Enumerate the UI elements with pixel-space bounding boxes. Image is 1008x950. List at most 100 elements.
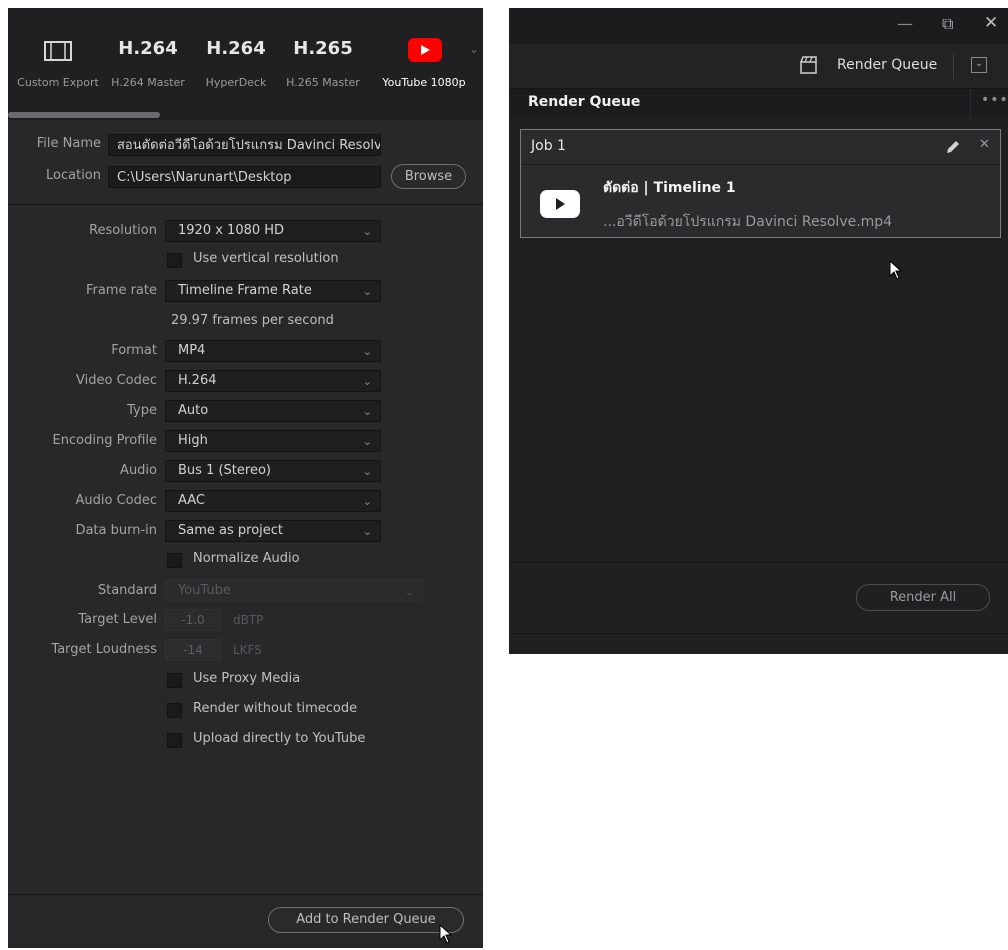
target-level-input[interactable]: -1.0 <box>165 609 221 631</box>
target-loudness-unit: LKFS <box>233 643 262 657</box>
checkbox[interactable] <box>167 553 182 568</box>
mouse-cursor-icon <box>439 924 453 944</box>
remove-job-icon[interactable]: ✕ <box>979 137 990 152</box>
render-all-button[interactable]: Render All <box>856 584 990 611</box>
chevron-down-icon: ⌄ <box>362 495 372 508</box>
target-level-label: Target Level <box>78 612 157 627</box>
close-button[interactable]: ✕ <box>984 13 998 33</box>
checkbox[interactable] <box>167 733 182 748</box>
chevron-down-icon: ⌄ <box>404 585 414 598</box>
preset-hyperdeck[interactable]: H.264 HyperDeck <box>196 8 276 108</box>
render-queue-panel: — ⧉ ✕ Render Queue ⌄ Render Queue ••• Jo… <box>509 8 1008 654</box>
location-input[interactable]: C:\Users\Narunart\Desktop <box>108 166 381 188</box>
job-title: Job 1 <box>531 138 566 154</box>
type-label: Type <box>127 403 157 418</box>
file-name-input[interactable]: สอนตัดต่อวีดีโอด้วยโปรแกรม Davinci Resol… <box>108 134 381 156</box>
divider <box>8 204 483 205</box>
panel-header: Render Queue ••• <box>509 88 1008 117</box>
audio-codec-label: Audio Codec <box>75 493 157 508</box>
target-loudness-label: Target Loudness <box>51 642 157 657</box>
frame-rate-label: Frame rate <box>85 283 157 298</box>
pencil-icon[interactable] <box>945 139 961 155</box>
audio-codec-select[interactable]: AAC ⌄ <box>165 490 381 512</box>
chevron-down-icon: ⌄ <box>362 405 372 418</box>
chevron-down-icon: ⌄ <box>362 375 372 388</box>
render-settings-panel: Custom Export H.264 H.264 Master H.264 H… <box>8 8 483 948</box>
resolution-value: 1920 x 1080 HD <box>178 223 285 238</box>
film-icon <box>44 41 72 61</box>
divider <box>953 53 954 79</box>
format-select[interactable]: MP4 ⌄ <box>165 340 381 362</box>
preset-label: HyperDeck <box>205 76 267 89</box>
target-level-unit: dBTP <box>233 613 264 627</box>
format-label: Format <box>111 343 157 358</box>
preset-youtube-1080p[interactable]: YouTube 1080p <box>378 8 470 108</box>
use-proxy-label: Use Proxy Media <box>193 671 301 686</box>
preset-label: YouTube 1080p <box>382 76 466 89</box>
standard-label: Standard <box>97 583 157 598</box>
resolution-select[interactable]: 1920 x 1080 HD ⌄ <box>165 220 381 242</box>
minimize-button[interactable]: — <box>897 14 913 33</box>
divider <box>970 89 971 117</box>
video-codec-label: Video Codec <box>76 373 157 388</box>
toolbar: Render Queue ⌄ <box>509 44 1008 88</box>
encoding-profile-select[interactable]: High ⌄ <box>165 430 381 452</box>
browse-button[interactable]: Browse <box>391 164 466 189</box>
type-value: Auto <box>178 403 209 418</box>
collapse-icon[interactable]: ⌄ <box>971 57 987 73</box>
data-burnin-value: Same as project <box>178 523 284 538</box>
preset-label: Custom Export <box>17 76 99 89</box>
format-value: MP4 <box>178 343 206 358</box>
chevron-down-icon[interactable]: ⌄ <box>469 42 479 56</box>
video-codec-select[interactable]: H.264 ⌄ <box>165 370 381 392</box>
clapperboard-icon <box>800 56 817 74</box>
restore-button[interactable]: ⧉ <box>942 14 953 34</box>
preset-label: H.265 Master <box>286 76 360 89</box>
audio-select[interactable]: Bus 1 (Stereo) ⌄ <box>165 460 381 482</box>
file-name-label: File Name <box>36 136 101 151</box>
panel-title: Render Queue <box>528 94 641 110</box>
window-title-bar: — ⧉ ✕ <box>509 8 1008 44</box>
job-name: ตัดต่อ | Timeline 1 <box>603 180 736 196</box>
encoding-profile-value: High <box>178 433 208 448</box>
checkbox[interactable] <box>167 253 182 268</box>
youtube-icon <box>408 38 442 62</box>
frame-rate-value: Timeline Frame Rate <box>178 283 312 298</box>
chevron-down-icon: ⌄ <box>362 225 372 238</box>
frame-rate-select[interactable]: Timeline Frame Rate ⌄ <box>165 280 381 302</box>
type-select[interactable]: Auto ⌄ <box>165 400 381 422</box>
fps-note: 29.97 frames per second <box>171 313 334 328</box>
preset-h265-master[interactable]: H.265 H.265 Master <box>282 8 364 108</box>
render-job-card[interactable]: Job 1 ✕ ตัดต่อ | Timeline 1 ...อวีดีโอด้… <box>520 129 1001 238</box>
checkbox[interactable] <box>167 703 182 718</box>
audio-codec-value: AAC <box>178 493 205 508</box>
target-loudness-input[interactable]: -14 <box>165 639 221 661</box>
add-to-render-queue-button[interactable]: Add to Render Queue <box>268 907 464 933</box>
divider <box>509 633 1008 634</box>
standard-select[interactable]: YouTube ⌄ <box>165 580 423 602</box>
youtube-icon <box>540 190 580 218</box>
divider <box>509 562 1008 563</box>
normalize-audio-label: Normalize Audio <box>193 551 300 566</box>
data-burnin-select[interactable]: Same as project ⌄ <box>165 520 381 542</box>
use-vertical-label: Use vertical resolution <box>193 251 339 266</box>
chevron-down-icon: ⌄ <box>362 435 372 448</box>
divider <box>8 894 483 895</box>
data-burnin-label: Data burn-in <box>75 523 157 538</box>
encoding-profile-label: Encoding Profile <box>52 433 157 448</box>
standard-value: YouTube <box>178 583 231 598</box>
chevron-down-icon: ⌄ <box>362 525 372 538</box>
preset-codec: H.264 <box>118 38 178 59</box>
render-queue-toolbar-button[interactable]: Render Queue <box>837 57 937 73</box>
job-file: ...อวีดีโอด้วยโปรแกรม Davinci Resolve.mp… <box>603 214 893 230</box>
preset-custom-export[interactable]: Custom Export <box>12 8 104 108</box>
audio-value: Bus 1 (Stereo) <box>178 463 271 478</box>
preset-scrollbar[interactable] <box>8 112 160 118</box>
preset-h264-master[interactable]: H.264 H.264 Master <box>108 8 188 108</box>
preset-bar: Custom Export H.264 H.264 Master H.264 H… <box>8 8 483 120</box>
checkbox[interactable] <box>167 673 182 688</box>
resolution-label: Resolution <box>89 223 157 238</box>
more-options-icon[interactable]: ••• <box>981 92 1008 108</box>
preset-codec: H.264 <box>206 38 266 59</box>
chevron-down-icon: ⌄ <box>362 345 372 358</box>
